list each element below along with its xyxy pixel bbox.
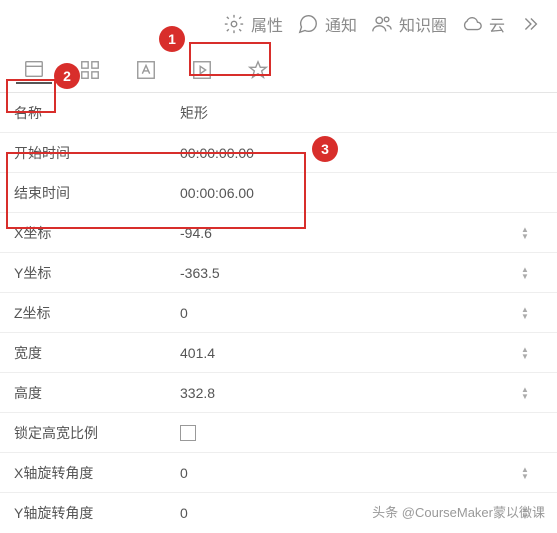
tab-text[interactable] xyxy=(128,56,164,84)
star-icon xyxy=(247,59,269,81)
stepper-y[interactable]: ▲▼ xyxy=(521,266,539,280)
callout-2: 2 xyxy=(54,63,80,89)
tab-properties[interactable]: 属性 xyxy=(223,12,283,36)
value-name[interactable]: 矩形 xyxy=(180,103,557,123)
stepper-width[interactable]: ▲▼ xyxy=(521,346,539,360)
callout-3: 3 xyxy=(312,136,338,162)
tab-play[interactable] xyxy=(184,56,220,84)
users-icon xyxy=(371,13,393,35)
row-height: 高度 332.8▲▼ xyxy=(0,373,557,413)
label-x: X坐标 xyxy=(0,223,180,243)
tab-notifications[interactable]: 通知 xyxy=(297,12,357,36)
window-icon xyxy=(23,58,45,80)
row-width: 宽度 401.4▲▼ xyxy=(0,333,557,373)
tab-cloud-label: 云 xyxy=(489,12,505,36)
label-start-time: 开始时间 xyxy=(0,143,180,163)
stepper-x[interactable]: ▲▼ xyxy=(521,226,539,240)
checkbox-lock-aspect[interactable] xyxy=(180,425,196,441)
more-button[interactable] xyxy=(519,13,541,35)
tab-knowledge[interactable]: 知识圈 xyxy=(371,12,447,36)
value-x[interactable]: -94.6 xyxy=(180,225,521,241)
tab-knowledge-label: 知识圈 xyxy=(399,12,447,36)
tab-layout[interactable] xyxy=(16,56,52,84)
stepper-z[interactable]: ▲▼ xyxy=(521,306,539,320)
row-name: 名称 矩形 xyxy=(0,93,557,133)
stepper-height[interactable]: ▲▼ xyxy=(521,386,539,400)
label-height: 高度 xyxy=(0,383,180,403)
label-width: 宽度 xyxy=(0,343,180,363)
play-icon xyxy=(191,59,213,81)
row-y: Y坐标 -363.5▲▼ xyxy=(0,253,557,293)
label-lock-aspect: 锁定高宽比例 xyxy=(0,423,180,443)
chat-icon xyxy=(297,13,319,35)
label-y: Y坐标 xyxy=(0,263,180,283)
value-z[interactable]: 0 xyxy=(180,305,521,321)
label-rotx: X轴旋转角度 xyxy=(0,463,180,483)
tab-notifications-label: 通知 xyxy=(325,12,357,36)
stepper-rotx[interactable]: ▲▼ xyxy=(521,466,539,480)
watermark: 头条 @CourseMaker蒙以微课 xyxy=(372,502,545,521)
tab-properties-label: 属性 xyxy=(251,12,283,36)
cloud-icon xyxy=(461,13,483,35)
value-width[interactable]: 401.4 xyxy=(180,345,521,361)
grid-icon xyxy=(79,59,101,81)
callout-1: 1 xyxy=(159,26,185,52)
label-roty: Y轴旋转角度 xyxy=(0,503,180,523)
row-lock-aspect: 锁定高宽比例 xyxy=(0,413,557,453)
value-start-time[interactable]: 00:00:00.00 xyxy=(180,145,557,161)
property-table: 名称 矩形 开始时间 00:00:00.00 结束时间 00:00:06.00 … xyxy=(0,93,557,533)
text-icon xyxy=(135,59,157,81)
label-z: Z坐标 xyxy=(0,303,180,323)
value-end-time[interactable]: 00:00:06.00 xyxy=(180,185,557,201)
sub-tabbar xyxy=(0,48,557,93)
gear-icon xyxy=(223,13,245,35)
tab-star[interactable] xyxy=(240,56,276,84)
chevrons-right-icon xyxy=(519,13,541,35)
value-rotx[interactable]: 0 xyxy=(180,465,521,481)
row-x: X坐标 -94.6▲▼ xyxy=(0,213,557,253)
label-end-time: 结束时间 xyxy=(0,183,180,203)
tab-cloud[interactable]: 云 xyxy=(461,12,505,36)
row-end-time: 结束时间 00:00:06.00 xyxy=(0,173,557,213)
row-start-time: 开始时间 00:00:00.00 xyxy=(0,133,557,173)
row-rotx: X轴旋转角度 0▲▼ xyxy=(0,453,557,493)
value-y[interactable]: -363.5 xyxy=(180,265,521,281)
label-name: 名称 xyxy=(0,103,180,123)
top-bar: 属性 通知 知识圈 云 xyxy=(0,0,557,48)
value-height[interactable]: 332.8 xyxy=(180,385,521,401)
row-z: Z坐标 0▲▼ xyxy=(0,293,557,333)
